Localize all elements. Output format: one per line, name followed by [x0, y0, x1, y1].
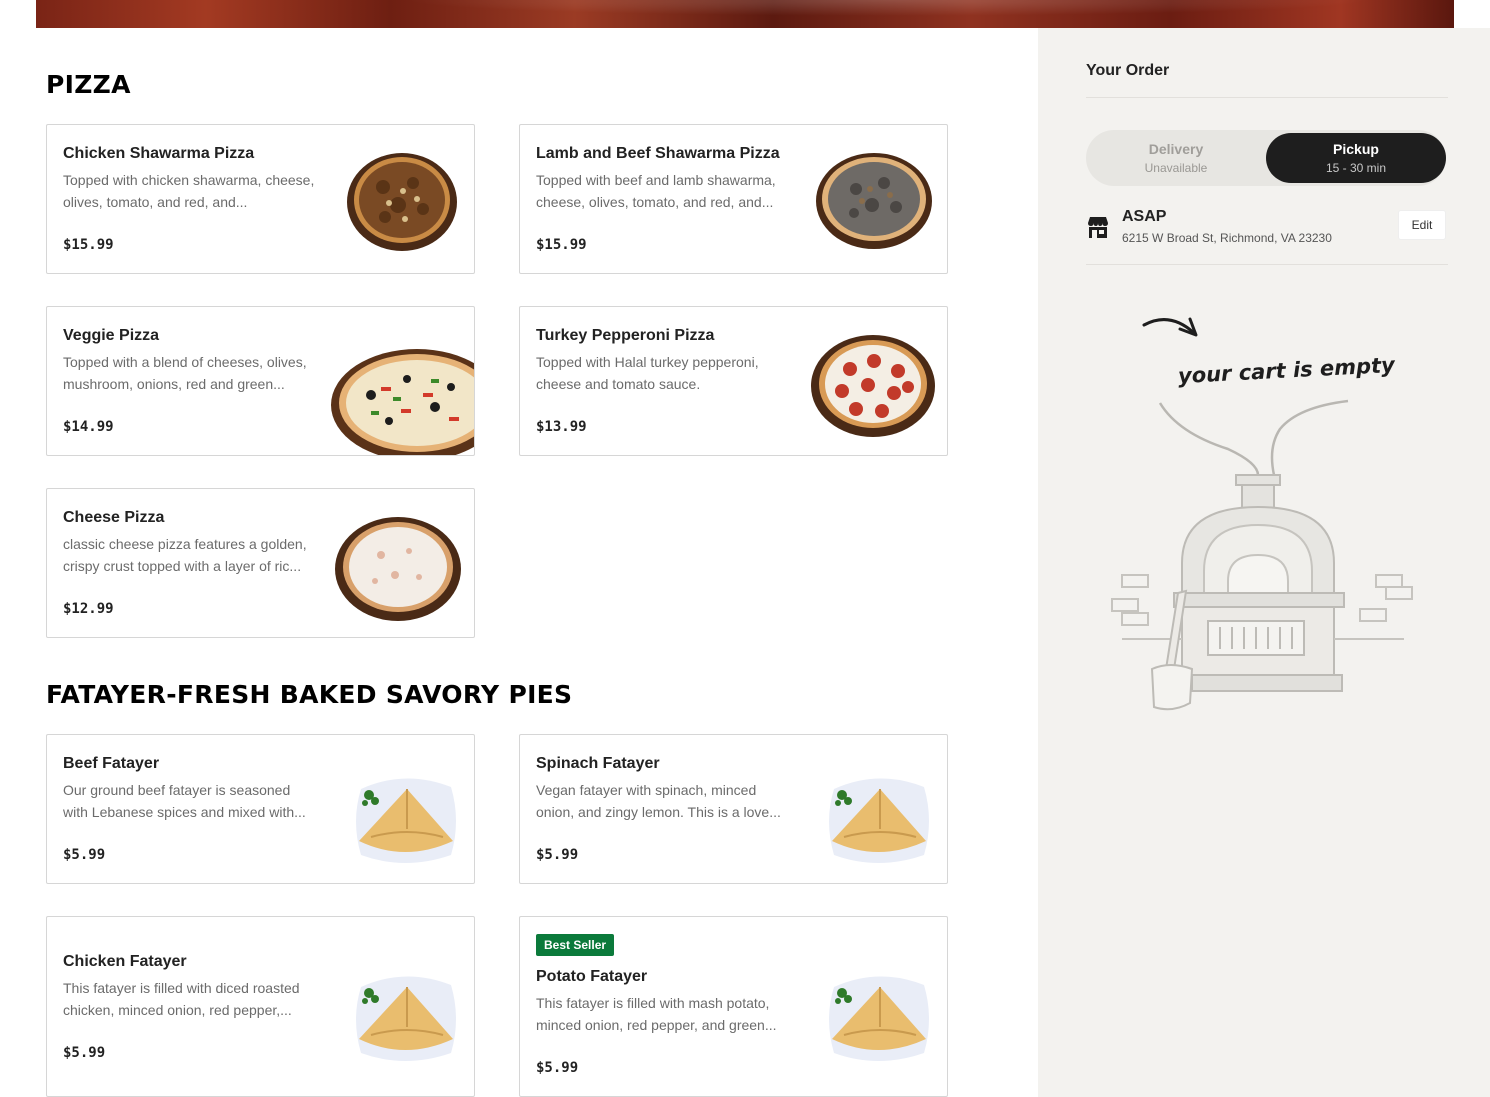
delivery-label: Delivery [1148, 141, 1204, 157]
order-title: Your Order [1086, 62, 1170, 79]
menu-item-description: classic cheese pizza features a golden, … [63, 536, 307, 574]
store-icon [1088, 217, 1108, 238]
menu-item-name: Chicken Shawarma Pizza [63, 145, 255, 162]
best-seller-badge: Best Seller [536, 934, 615, 956]
pickup-label: Pickup [1333, 141, 1379, 157]
menu-item-price: $5.99 [536, 847, 579, 863]
pickup-option[interactable]: Pickup 15 - 30 min [1266, 133, 1446, 183]
menu-item-card[interactable]: Lamb and Beef Shawarma Pizza Topped with… [519, 124, 948, 274]
menu-item-description: Vegan fatayer with spinach, minced onion… [536, 782, 781, 820]
section-title-pizza: PIZZA [46, 70, 131, 99]
pizza-oven-illustration: your cart is empty [1111, 317, 1413, 711]
menu-item-price: $5.99 [63, 847, 106, 863]
divider [1086, 264, 1448, 265]
pizza-image [331, 349, 474, 455]
fulfillment-toggle: Delivery Unavailable Pickup 15 - 30 min [1086, 130, 1446, 186]
menu-item-price: $15.99 [536, 237, 587, 253]
fatayer-image [356, 976, 456, 1061]
menu-item-card[interactable]: Best Seller Potato Fatayer This fatayer … [519, 916, 948, 1097]
pickup-address: 6215 W Broad St, Richmond, VA 23230 [1122, 231, 1332, 245]
pickup-time-label: ASAP [1122, 208, 1167, 225]
menu-item-name: Potato Fatayer [536, 968, 648, 985]
fatayer-image [829, 976, 929, 1061]
divider [1086, 97, 1448, 98]
menu-item-description: This fatayer is filled with diced roaste… [63, 980, 300, 1018]
menu-item-card[interactable]: Cheese Pizza classic cheese pizza featur… [46, 488, 475, 638]
menu-item-name: Veggie Pizza [63, 327, 160, 344]
menu-item-name: Chicken Fatayer [63, 953, 187, 970]
pizza-image [335, 517, 461, 621]
menu-item-description: Topped with beef and lamb shawarma, chee… [536, 172, 776, 210]
menu-item-price: $5.99 [536, 1060, 579, 1076]
menu-item-card[interactable]: Veggie Pizza Topped with a blend of chee… [46, 306, 475, 456]
menu-item-name: Lamb and Beef Shawarma Pizza [536, 145, 780, 162]
menu-item-description: This fatayer is filled with mash potato,… [536, 995, 777, 1033]
empty-cart-text: your cart is empty [1177, 353, 1396, 388]
pizza-image [816, 153, 932, 249]
delivery-option[interactable]: Delivery Unavailable [1086, 133, 1266, 183]
hero-banner-image [36, 0, 1454, 28]
pizza-image [347, 153, 457, 251]
fatayer-image [356, 778, 456, 863]
menu-item-card[interactable]: Chicken Shawarma Pizza Topped with chick… [46, 124, 475, 274]
fatayer-image [829, 778, 929, 863]
pizza-image [811, 335, 935, 437]
section-title-fatayer: FATAYER-FRESH BAKED SAVORY PIES [46, 680, 573, 709]
menu-item-name: Cheese Pizza [63, 509, 165, 526]
menu-item-price: $14.99 [63, 419, 114, 435]
menu-column: PIZZA Chicken Shawarma Pizza Topped with… [0, 28, 1038, 1097]
menu-item-card[interactable]: Turkey Pepperoni Pizza Topped with Halal… [519, 306, 948, 456]
menu-item-price: $15.99 [63, 237, 114, 253]
menu-item-name: Turkey Pepperoni Pizza [536, 327, 715, 344]
menu-item-name: Spinach Fatayer [536, 755, 660, 772]
menu-item-description: Topped with Halal turkey pepperoni, chee… [536, 354, 759, 392]
menu-item-price: $12.99 [63, 601, 114, 617]
order-panel: Your Order Delivery Unavailable Pickup 1… [1038, 28, 1490, 1097]
menu-item-price: $5.99 [63, 1045, 106, 1061]
menu-item-description: Topped with a blend of cheeses, olives, … [63, 354, 307, 392]
menu-item-description: Topped with chicken shawarma, cheese, ol… [63, 172, 315, 210]
menu-item-card[interactable]: Beef Fatayer Our ground beef fatayer is … [46, 734, 475, 884]
menu-item-card[interactable]: Spinach Fatayer Vegan fatayer with spina… [519, 734, 948, 884]
menu-item-price: $13.99 [536, 419, 587, 435]
pickup-time: 15 - 30 min [1325, 161, 1387, 175]
menu-item-card[interactable]: Chicken Fatayer This fatayer is filled w… [46, 916, 475, 1097]
menu-item-name: Beef Fatayer [63, 755, 160, 772]
delivery-status: Unavailable [1144, 161, 1208, 175]
menu-item-description: Our ground beef fatayer is seasoned with… [63, 782, 306, 820]
edit-button[interactable]: Edit [1398, 210, 1446, 240]
